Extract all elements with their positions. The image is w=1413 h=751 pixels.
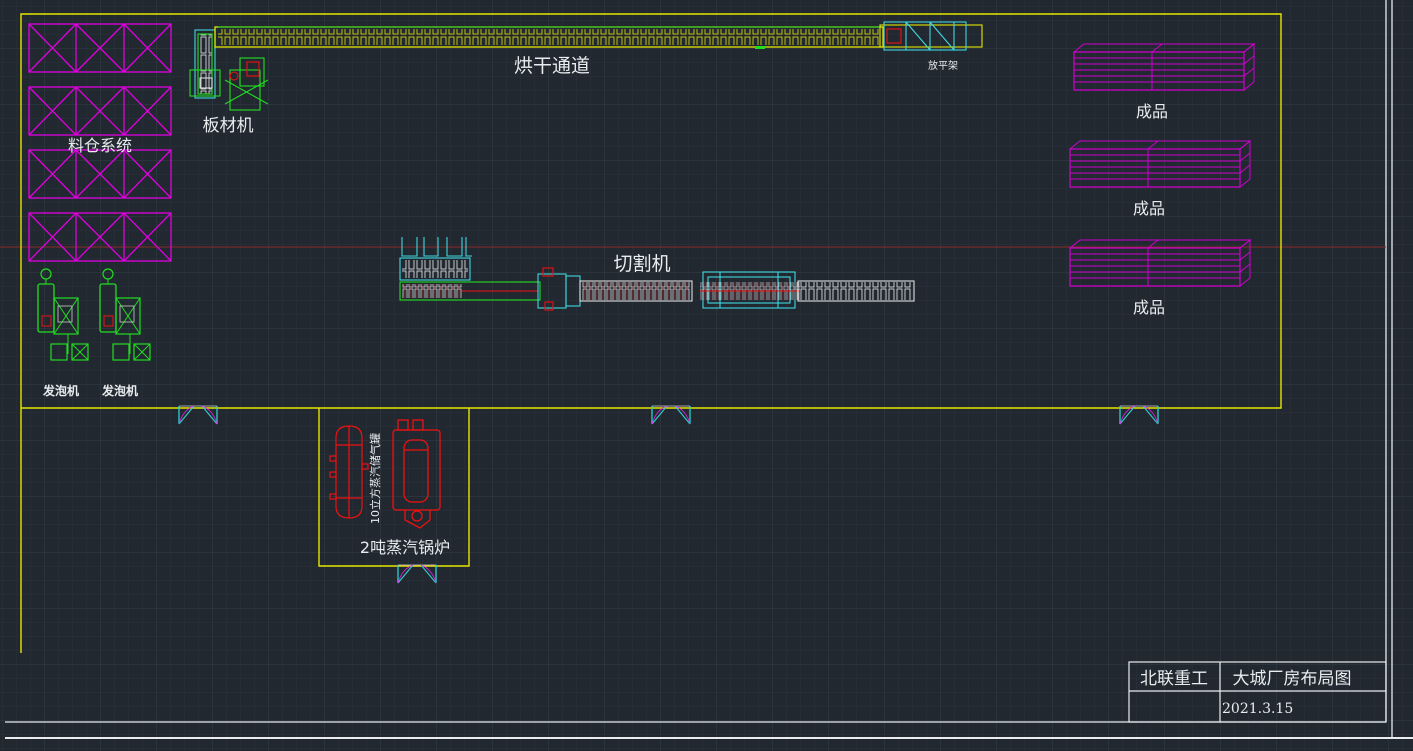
silo-bin [28,86,172,136]
factory-layout-drawing: 料仓系统 发泡机 发泡机 板材机 烘干通道 放平架 切割机 成品 成品 成品 1… [0,0,1413,739]
foaming-machine-1[interactable] [37,268,89,361]
drawing-date: 2021.3.15 [1222,701,1293,717]
steam-boiler[interactable] [392,419,441,529]
foaming-machine-2-label: 发泡机 [101,383,138,398]
cutting-machine-label: 切割机 [613,253,670,275]
boiler-label: 2吨蒸汽锅炉 [360,538,450,557]
finished-product-3-label: 成品 [1133,298,1165,317]
finished-product-2-label: 成品 [1133,199,1165,218]
leveling-rack-label: 放平架 [928,59,958,72]
finished-product-stack-2[interactable] [1069,140,1251,188]
foaming-machine-1-label: 发泡机 [42,383,79,398]
silo-bin [28,23,172,73]
cad-drawing-canvas[interactable]: 料仓系统 发泡机 发泡机 板材机 烘干通道 放平架 切割机 成品 成品 成品 1… [0,0,1413,751]
building-walls [20,13,1282,653]
drying-tunnel-label: 烘干通道 [514,55,590,77]
finished-product-1-label: 成品 [1136,102,1168,121]
drying-tunnel[interactable] [214,26,884,49]
steam-storage-tank-label: 10立方蒸汽储气罐 [368,433,382,524]
drawing-title: 大城厂房布局图 [1233,669,1352,689]
silo-bin [28,149,172,199]
leveling-rack[interactable] [879,21,983,51]
finished-product-stack-1[interactable] [1073,43,1255,91]
silo-system-label: 料仓系统 [68,136,132,155]
outer-border-bottom [5,737,1413,739]
foaming-machine-2[interactable] [99,268,151,361]
company-name: 北联重工 [1140,669,1208,689]
board-machine-label: 板材机 [203,116,254,136]
silo-bin [28,212,172,262]
steam-storage-tank[interactable] [329,425,369,519]
door-icon [397,564,437,584]
